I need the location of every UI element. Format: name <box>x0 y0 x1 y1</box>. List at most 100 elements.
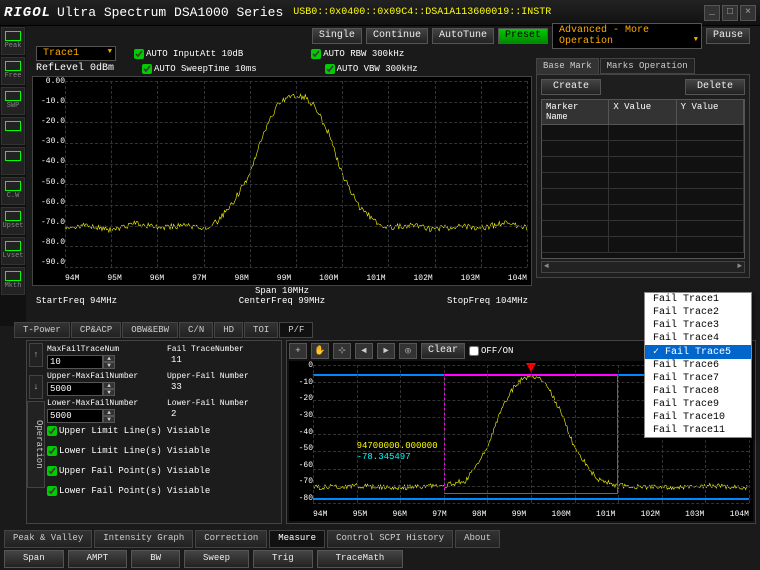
tab-cpacp[interactable]: CP&ACP <box>71 322 121 338</box>
context-item-7[interactable]: Fail Trace8 <box>645 385 751 398</box>
fail-trace-context-menu[interactable]: Fail Trace1Fail Trace2Fail Trace3Fail Tr… <box>644 292 752 438</box>
spin-up[interactable]: ▲ <box>103 409 115 416</box>
tool-swp[interactable]: SWP <box>1 87 25 115</box>
maximize-button[interactable]: □ <box>722 5 738 21</box>
single-button[interactable]: Single <box>312 28 362 44</box>
context-item-4[interactable]: ✓ Fail Trace5 <box>645 345 751 359</box>
footer-tab-about[interactable]: About <box>455 530 500 548</box>
marker-table-hscroll[interactable] <box>541 261 745 273</box>
autotune-button[interactable]: AutoTune <box>432 28 494 44</box>
upper-limit-visible-check[interactable]: Upper Limit Line(s) Visiable <box>47 426 277 436</box>
trig-button[interactable]: Trig <box>253 550 313 568</box>
clear-button[interactable]: Clear <box>421 343 465 359</box>
product-name: Ultra Spectrum DSA1000 Series <box>57 5 283 20</box>
delete-marker-button[interactable]: Delete <box>685 79 745 95</box>
close-button[interactable]: × <box>740 5 756 21</box>
hand-icon[interactable]: ✋ <box>311 343 329 359</box>
tab-base-mark[interactable]: Base Mark <box>536 58 599 74</box>
context-item-10[interactable]: Fail Trace11 <box>645 424 751 437</box>
tab-pf[interactable]: P/F <box>279 322 313 338</box>
tab-toi[interactable]: TOI <box>244 322 278 338</box>
preset-button[interactable]: Preset <box>498 28 548 44</box>
minimize-button[interactable]: _ <box>704 5 720 21</box>
footer-tab-peak[interactable]: Peak & Valley <box>4 530 92 548</box>
failtrace-value: 11 <box>167 355 186 365</box>
maxfail-input[interactable] <box>47 355 103 369</box>
sweep-button[interactable]: Sweep <box>184 550 249 568</box>
reflevel-label: RefLevel 0dBm <box>36 63 124 74</box>
footer-tab-measure[interactable]: Measure <box>269 530 325 548</box>
context-item-6[interactable]: Fail Trace7 <box>645 372 751 385</box>
spin-up[interactable]: ▲ <box>103 382 115 389</box>
tool-lvset[interactable]: Lvset <box>1 237 25 265</box>
upper-fail-visible-check[interactable]: Upper Fail Point(s) Visiable <box>47 466 277 476</box>
prev-icon[interactable]: ◄ <box>355 343 373 359</box>
tab-tpower[interactable]: T-Power <box>14 322 70 338</box>
tool-cw[interactable]: C.W <box>1 177 25 205</box>
tool-math[interactable]: Mkth <box>1 267 25 295</box>
context-item-0[interactable]: Fail Trace1 <box>645 293 751 306</box>
down-arrow-button[interactable]: ↓ <box>29 375 43 399</box>
pf-settings-panel: ↑ ↓ Operation MaxFailTraceNum ▲▼ Fail Tr… <box>26 340 282 524</box>
context-item-1[interactable]: Fail Trace2 <box>645 306 751 319</box>
left-toolbar: Peak Free SWP C.W Upset Lvset Mkth <box>0 26 26 326</box>
footer-tab-correction[interactable]: Correction <box>195 530 267 548</box>
auto-inputatt-check[interactable]: AUTO InputAtt 10dB <box>134 49 243 59</box>
usb-address: USB0::0x0400::0x09C4::DSA1A113600019::IN… <box>293 7 551 18</box>
tool-peak[interactable]: Peak <box>1 27 25 55</box>
tool-4[interactable] <box>1 117 25 145</box>
up-arrow-button[interactable]: ↑ <box>29 343 43 367</box>
spin-down[interactable]: ▼ <box>103 416 115 423</box>
play-icon[interactable]: ► <box>377 343 395 359</box>
marker-table[interactable]: Marker Name X Value Y Value <box>541 99 745 259</box>
col-marker-name: Marker Name <box>542 100 609 124</box>
auto-rbw-check[interactable]: AUTO RBW 300kHz <box>311 49 404 59</box>
lower-limit-visible-check[interactable]: Lower Limit Line(s) Visiable <box>47 446 277 456</box>
context-item-3[interactable]: Fail Trace4 <box>645 332 751 345</box>
uppermax-input[interactable] <box>47 382 103 396</box>
context-item-8[interactable]: Fail Trace9 <box>645 398 751 411</box>
lower-fail-visible-check[interactable]: Lower Fail Point(s) Visiable <box>47 486 277 496</box>
continue-button[interactable]: Continue <box>366 28 428 44</box>
bw-button[interactable]: BW <box>131 550 180 568</box>
failtrace-label: Fail TraceNumber <box>167 345 277 354</box>
plot1-x-axis: 94M95M96M97M98M99M100M101M102M103M104M <box>65 274 527 283</box>
offon-check[interactable]: OFF/ON <box>469 346 513 356</box>
stopfreq-label: StopFreq 104MHz <box>447 296 528 306</box>
pause-button[interactable]: Pause <box>706 28 750 44</box>
tool-5[interactable] <box>1 147 25 175</box>
footer-tab-intensity[interactable]: Intensity Graph <box>94 530 193 548</box>
context-item-9[interactable]: Fail Trace10 <box>645 411 751 424</box>
tab-cn[interactable]: C/N <box>179 322 213 338</box>
spin-up[interactable]: ▲ <box>103 355 115 362</box>
spin-down[interactable]: ▼ <box>103 389 115 396</box>
tab-obwebw[interactable]: OBW&EBW <box>122 322 178 338</box>
brand-logo: RIGOL <box>4 5 51 21</box>
crosshair-icon[interactable]: ⊹ <box>333 343 351 359</box>
trace-dropdown[interactable]: Trace1 <box>36 46 116 61</box>
tool-free[interactable]: Free <box>1 57 25 85</box>
auto-vbw-check[interactable]: AUTO VBW 300kHz <box>325 64 418 74</box>
operation-side-tab[interactable]: Operation <box>27 401 45 488</box>
col-y-value: Y Value <box>677 100 744 124</box>
tab-hd[interactable]: HD <box>214 322 243 338</box>
auto-sweeptime-check[interactable]: AUTO SweepTime 10ms <box>142 64 257 74</box>
tool-upset[interactable]: Upset <box>1 207 25 235</box>
uppermax-label: Upper-MaxFailNumber <box>47 372 157 381</box>
lowermax-input[interactable] <box>47 409 103 423</box>
main-spectrum-plot[interactable]: 0.00-10.0-20.0-30.0-40.0-50.0-60.0-70.0-… <box>32 76 532 286</box>
zoom-plus-icon[interactable]: + <box>289 343 307 359</box>
spin-down[interactable]: ▼ <box>103 362 115 369</box>
span-label: Span 10MHz <box>255 286 309 296</box>
create-marker-button[interactable]: Create <box>541 79 601 95</box>
context-item-2[interactable]: Fail Trace3 <box>645 319 751 332</box>
tracemath-button[interactable]: TraceMath <box>317 550 404 568</box>
advanced-dropdown[interactable]: Advanced - More Operation <box>552 23 702 49</box>
span-button[interactable]: Span <box>4 550 64 568</box>
target-icon[interactable]: ◎ <box>399 343 417 359</box>
context-item-5[interactable]: Fail Trace6 <box>645 359 751 372</box>
centerfreq-label: CenterFreq 99MHz <box>239 296 325 306</box>
footer-tab-scpi[interactable]: Control SCPI History <box>327 530 453 548</box>
tab-marks-operation[interactable]: Marks Operation <box>600 58 695 74</box>
ampt-button[interactable]: AMPT <box>68 550 128 568</box>
